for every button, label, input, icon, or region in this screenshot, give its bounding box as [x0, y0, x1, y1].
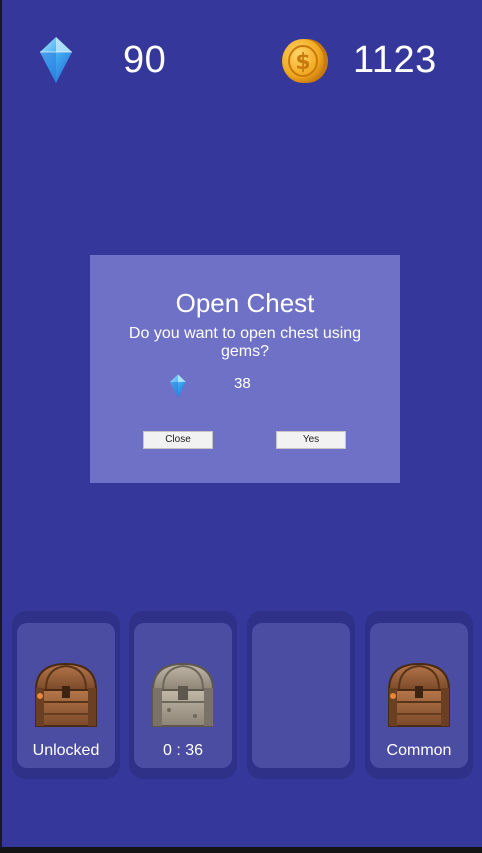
- coin-count: 1123: [353, 39, 437, 81]
- dialog-message: Do you want to open chest using gems?: [128, 325, 362, 360]
- dialog-title: Open Chest: [175, 288, 315, 318]
- slot-card: Common: [370, 623, 468, 768]
- wooden-chest-icon: [34, 662, 98, 727]
- chest-slot-common[interactable]: Common: [365, 611, 473, 779]
- open-chest-dialog: Open Chest Do you want to open chest usi…: [90, 255, 400, 483]
- svg-text:$: $: [295, 50, 310, 75]
- slot-card: [252, 623, 350, 768]
- gem-count: 90: [123, 39, 167, 81]
- slot-label: Common: [386, 742, 452, 759]
- slot-card: Unlocked: [17, 623, 115, 768]
- slot-card: 0 : 36: [134, 623, 232, 768]
- gem-cost: 38: [234, 375, 251, 392]
- system-nav-bar: [0, 847, 482, 853]
- gem-icon: [40, 37, 72, 83]
- coin-icon: $: [282, 39, 328, 83]
- chest-slot-empty[interactable]: [247, 611, 355, 779]
- stone-chest-icon: [151, 662, 215, 727]
- close-button[interactable]: Close: [143, 431, 213, 449]
- gem-icon: [170, 374, 186, 398]
- game-screen: 90 $ 1123 Open Chest Do you want to open…: [2, 0, 482, 847]
- yes-button[interactable]: Yes: [276, 431, 346, 449]
- slot-label: Unlocked: [32, 742, 100, 759]
- chest-slot-unlocked[interactable]: Unlocked: [12, 611, 120, 779]
- slot-timer: 0 : 36: [162, 742, 204, 759]
- wooden-chest-icon: [387, 662, 451, 727]
- chest-slot-timer[interactable]: 0 : 36: [129, 611, 237, 779]
